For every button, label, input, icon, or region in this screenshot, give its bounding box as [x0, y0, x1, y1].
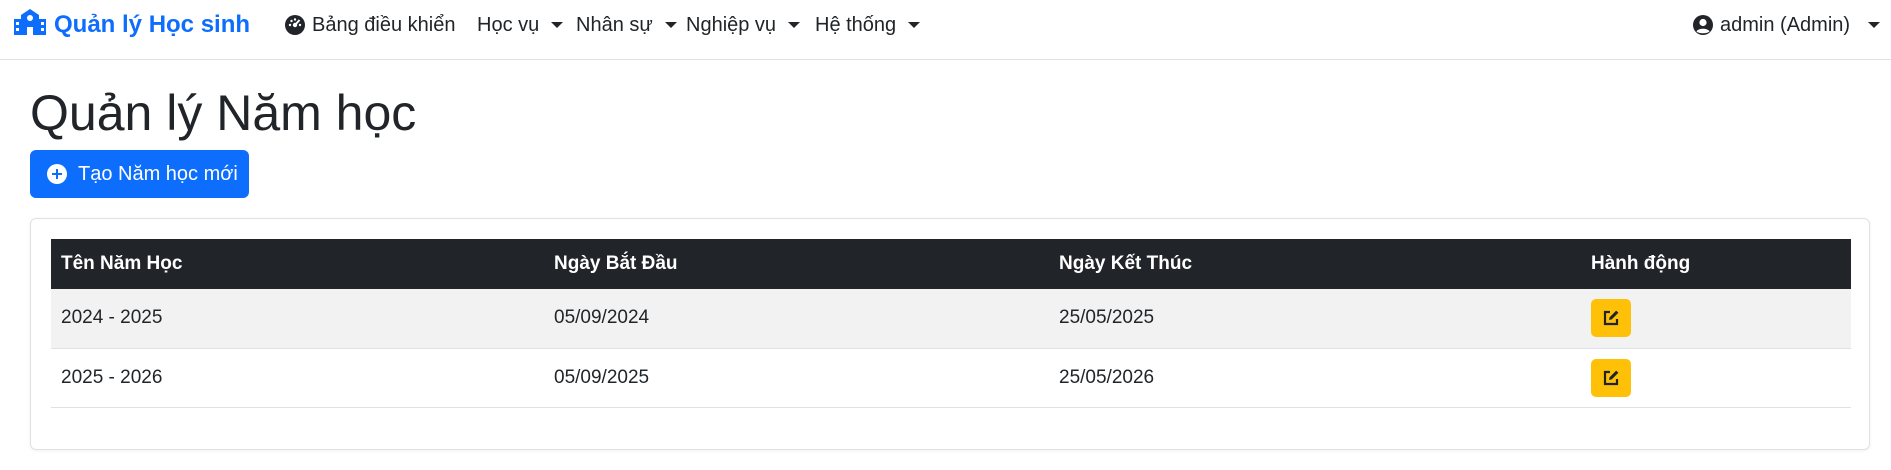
- nav-item-nghiep-vu[interactable]: Nghiệp vụ: [686, 12, 801, 38]
- school-icon: [14, 8, 46, 43]
- school-years-table: Tên Năm Học Ngày Bắt Đầu Ngày Kết Thúc H…: [51, 239, 1851, 408]
- cell-end-date: 25/05/2026: [1059, 366, 1155, 388]
- cell-actions: [1581, 348, 1851, 407]
- create-school-year-button[interactable]: Tạo Năm học mới: [30, 150, 249, 198]
- nav-item-nhan-su-label: Nhân sự: [576, 13, 653, 36]
- cell-school-year-name: 2025 - 2026: [61, 366, 163, 388]
- column-header-actions: Hành động: [1591, 253, 1691, 274]
- nav-item-nghiep-vu-label: Nghiệp vụ: [686, 13, 777, 36]
- cell-start-date: 05/09/2024: [554, 307, 650, 329]
- top-navbar: Quản lý Học sinh Bảng điều khiển Học vụ …: [0, 0, 1891, 60]
- table-row: 2025 - 2026 05/09/2025 25/05/2026: [51, 348, 1851, 407]
- page-title: Quản lý Năm học: [30, 85, 417, 141]
- nav-item-dashboard-label: Bảng điều khiển: [312, 13, 456, 36]
- plus-circle-icon: [46, 163, 68, 185]
- cell-actions: [1581, 289, 1851, 348]
- cell-start-date: 05/09/2025: [554, 366, 650, 388]
- column-header-start-date: Ngày Bắt Đầu: [554, 253, 678, 274]
- school-years-card: Tên Năm Học Ngày Bắt Đầu Ngày Kết Thúc H…: [30, 218, 1870, 450]
- cell-school-year-name: 2024 - 2025: [61, 307, 163, 329]
- chevron-down-icon: [788, 22, 801, 28]
- chevron-down-icon: [908, 22, 921, 28]
- nav-item-nhan-su[interactable]: Nhân sự: [576, 12, 677, 38]
- edit-icon: [1601, 368, 1621, 388]
- brand-link[interactable]: Quản lý Học sinh: [14, 8, 251, 43]
- chevron-down-icon: [664, 22, 677, 28]
- user-circle-icon: [1692, 14, 1714, 36]
- table-header-row: Tên Năm Học Ngày Bắt Đầu Ngày Kết Thúc H…: [51, 239, 1851, 289]
- dashboard-gauge-icon: [284, 14, 306, 36]
- table-row: 2024 - 2025 05/09/2024 25/05/2025: [51, 289, 1851, 348]
- nav-item-he-thong[interactable]: Hệ thống: [815, 12, 921, 38]
- chevron-down-icon: [551, 22, 564, 28]
- nav-item-hoc-vu-label: Học vụ: [477, 13, 540, 36]
- nav-item-hoc-vu[interactable]: Học vụ: [477, 12, 564, 38]
- edit-icon: [1601, 308, 1621, 328]
- create-school-year-label: Tạo Năm học mới: [78, 162, 238, 185]
- edit-button[interactable]: [1591, 299, 1631, 338]
- user-menu[interactable]: admin (Admin): [1692, 12, 1881, 38]
- brand-label: Quản lý Học sinh: [54, 11, 251, 38]
- column-header-end-date: Ngày Kết Thúc: [1059, 253, 1193, 274]
- column-header-name: Tên Năm Học: [61, 253, 183, 274]
- cell-end-date: 25/05/2025: [1059, 307, 1155, 329]
- nav-item-dashboard[interactable]: Bảng điều khiển: [284, 12, 455, 38]
- nav-item-he-thong-label: Hệ thống: [815, 13, 897, 36]
- user-menu-label: admin (Admin): [1720, 13, 1851, 36]
- chevron-down-icon: [1868, 22, 1881, 28]
- edit-button[interactable]: [1591, 358, 1631, 397]
